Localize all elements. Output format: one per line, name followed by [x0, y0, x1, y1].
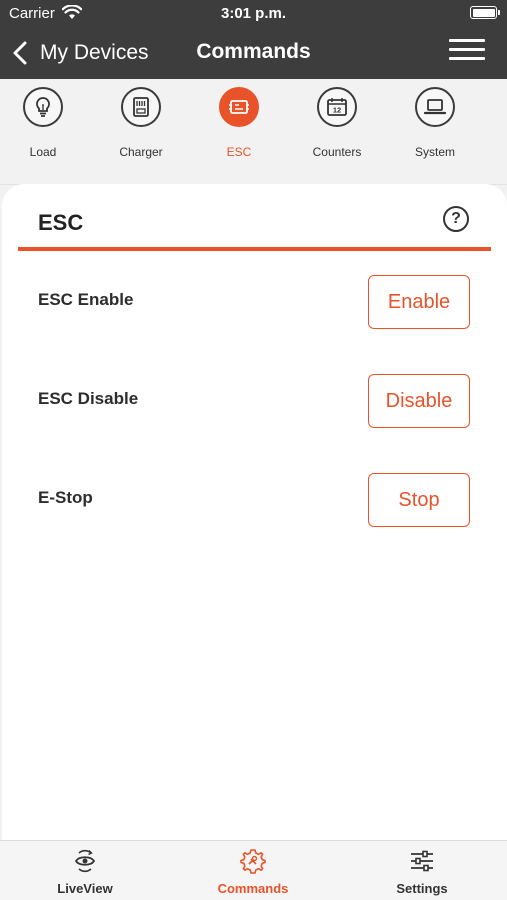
section-divider [18, 247, 491, 251]
gear-icon [240, 849, 266, 874]
app-header: Carrier 3:01 p.m. My Devices Commands [0, 0, 507, 79]
charger-icon [133, 97, 149, 117]
esc-icon [229, 100, 249, 114]
sliders-icon [411, 850, 433, 872]
bottom-tab-liveview[interactable]: LiveView [25, 847, 145, 896]
lightbulb-icon [36, 97, 50, 117]
tab-charger[interactable]: Charger [96, 87, 186, 159]
back-label: My Devices [40, 41, 149, 64]
command-row-esc-disable: ESC Disable Disable [2, 374, 507, 428]
bottom-tab-settings[interactable]: Settings [362, 847, 482, 896]
bottom-tab-bar: LiveView Commands Settings [0, 840, 507, 900]
back-button[interactable]: My Devices [10, 36, 149, 70]
chevron-left-icon [13, 41, 27, 65]
command-label: ESC Disable [38, 389, 139, 408]
section-title: ESC [38, 210, 84, 235]
tab-esc[interactable]: ESC [194, 87, 284, 159]
command-row-esc-enable: ESC Enable Enable [2, 275, 507, 329]
nav-bar: My Devices Commands [0, 30, 507, 75]
bottom-tab-commands[interactable]: Commands [193, 847, 313, 896]
tab-counters[interactable]: 12 Counters [292, 87, 382, 159]
hamburger-menu-icon[interactable] [449, 39, 485, 65]
tab-load[interactable]: Load [0, 87, 88, 159]
laptop-icon [423, 99, 447, 115]
counter-icon: 12 [327, 98, 347, 116]
command-row-e-stop: E-Stop Stop [2, 473, 507, 527]
status-bar: Carrier 3:01 p.m. [0, 0, 507, 28]
battery-icon [470, 6, 500, 19]
enable-button[interactable]: Enable [368, 275, 470, 329]
status-time: 3:01 p.m. [220, 5, 287, 22]
category-tab-strip: Load Charger ESC 12 Counters System [0, 79, 507, 185]
command-label: ESC Enable [38, 290, 134, 309]
disable-button[interactable]: Disable [368, 374, 470, 428]
tab-system[interactable]: System [390, 87, 480, 159]
stop-button[interactable]: Stop [368, 473, 470, 527]
tab-partial[interactable]: R [488, 87, 507, 159]
help-icon[interactable]: ? [443, 206, 469, 232]
command-label: E-Stop [38, 488, 93, 507]
commands-card: ESC ? ESC Enable Enable ESC Disable Disa… [2, 184, 507, 840]
svg-text:12: 12 [333, 106, 341, 115]
liveview-icon [74, 849, 96, 873]
